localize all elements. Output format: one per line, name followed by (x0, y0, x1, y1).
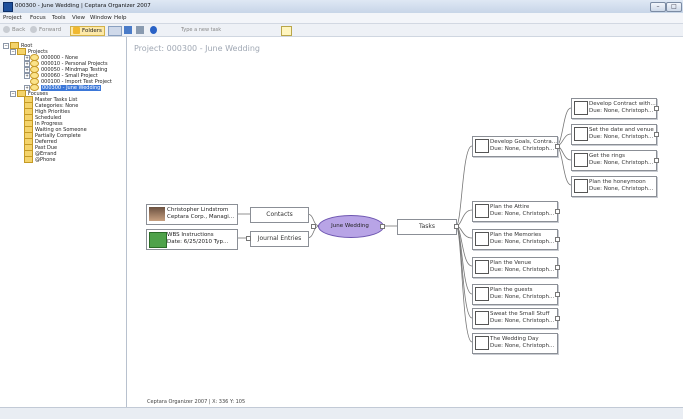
contact-company: Ceptara Corp., Managi... (167, 214, 235, 220)
task-checkbox[interactable] (574, 101, 588, 115)
contact-photo (149, 207, 165, 221)
collapse-handle[interactable] (454, 224, 459, 229)
task-checkbox[interactable] (475, 204, 489, 218)
journal-icon (149, 232, 167, 248)
task-due: Due: None, Christoph... (589, 160, 654, 166)
expand-handle[interactable] (555, 292, 560, 297)
task-title: Get the rings (589, 153, 625, 159)
contacts-branch-node[interactable]: Contacts (250, 207, 309, 223)
expand-handle[interactable] (555, 265, 560, 270)
tasks-branch-node[interactable]: Tasks (397, 219, 457, 235)
journal-branch-node[interactable]: Journal Entries (250, 231, 309, 247)
journal-title: WBS Instructions (167, 232, 214, 238)
task-due: Due: None, Christoph... (490, 267, 555, 273)
task-node[interactable]: Sweat the Small Stuff Due: None, Christop… (472, 308, 558, 329)
expand-handle[interactable] (654, 132, 659, 137)
task-checkbox[interactable] (475, 287, 489, 301)
journal-node[interactable]: WBS Instructions Date: 6/25/2010 Typ... (146, 229, 238, 250)
expand-handle[interactable] (654, 158, 659, 163)
collapse-handle[interactable] (246, 236, 251, 241)
task-due: Due: None, Christoph... (490, 343, 555, 349)
task-due: Due: None, Christoph... (490, 294, 555, 300)
task-title: Develop Goals, Contra... (490, 139, 558, 145)
task-checkbox[interactable] (475, 336, 489, 350)
task-title: Plan the Venue (490, 260, 532, 266)
contact-node[interactable]: Christopher Lindstrom Ceptara Corp., Man… (146, 204, 238, 225)
task-title: Plan the Memories (490, 232, 542, 238)
journal-date: Date: 6/25/2010 Typ... (167, 239, 229, 245)
task-due: Due: None, Christoph... (490, 211, 555, 217)
task-node[interactable]: Plan the guests Due: None, Christoph... (472, 284, 558, 305)
task-due: Due: None, Christoph... (490, 318, 555, 324)
central-topic-label: June Wedding (331, 223, 369, 229)
task-checkbox[interactable] (574, 127, 588, 141)
expand-handle[interactable] (555, 316, 560, 321)
status-text: Ceptara Organizer 2007 | X: 336 Y: 105 (147, 399, 246, 405)
task-checkbox[interactable] (475, 311, 489, 325)
task-title: Set the date and venue (589, 127, 654, 133)
collapse-handle[interactable] (311, 224, 316, 229)
task-due: Due: None, Christoph... (490, 239, 555, 245)
task-node[interactable]: The Wedding Day Due: None, Christoph... (472, 333, 558, 354)
subtask-node[interactable]: Set the date and venue Due: None, Christo… (571, 124, 657, 145)
task-checkbox[interactable] (574, 179, 588, 193)
task-title: Sweat the Small Stuff (490, 311, 550, 317)
task-due: Due: None, Christoph... (589, 108, 654, 114)
task-title: Develop Contract with... (589, 101, 656, 107)
subtask-node[interactable]: Develop Contract with... Due: None, Chris… (571, 98, 657, 119)
subtask-node[interactable]: Plan the honeymoon Due: None, Christoph..… (571, 176, 657, 197)
expand-handle[interactable] (555, 237, 560, 242)
task-title: Plan the guests (490, 287, 533, 293)
task-checkbox[interactable] (475, 139, 489, 153)
task-checkbox[interactable] (475, 260, 489, 274)
task-checkbox[interactable] (574, 153, 588, 167)
subtask-node[interactable]: Get the rings Due: None, Christoph... (571, 150, 657, 171)
task-checkbox[interactable] (475, 232, 489, 246)
bottom-bar (0, 407, 683, 419)
collapse-handle[interactable] (555, 144, 560, 149)
contact-name: Christopher Lindstrom (167, 207, 229, 213)
expand-handle[interactable] (555, 209, 560, 214)
task-node[interactable]: Plan the Venue Due: None, Christoph... (472, 257, 558, 278)
expand-handle[interactable] (654, 106, 659, 111)
mindmap-connections (237, 107, 572, 343)
task-title: Plan the honeymoon (589, 179, 646, 185)
task-title: Plan the Attire (490, 204, 530, 210)
task-node[interactable]: Develop Goals, Contra... Due: None, Chris… (472, 136, 558, 157)
task-title: The Wedding Day (490, 336, 539, 342)
collapse-handle[interactable] (380, 224, 385, 229)
task-node[interactable]: Plan the Memories Due: None, Christoph... (472, 229, 558, 250)
task-node[interactable]: Plan the Attire Due: None, Christoph... (472, 201, 558, 222)
task-due: Due: None, Christoph... (589, 186, 654, 192)
task-due: Due: None, Christoph... (589, 134, 654, 140)
task-due: Due: None, Christoph... (490, 146, 555, 152)
